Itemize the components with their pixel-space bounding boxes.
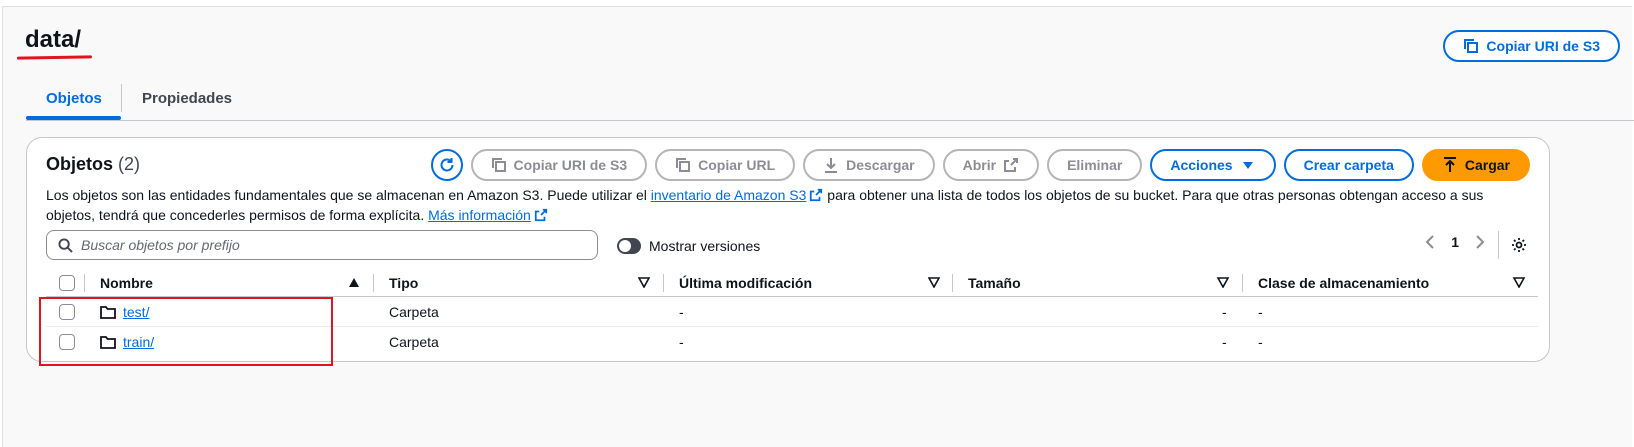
- column-divider: [952, 274, 953, 292]
- external-link-icon: [1004, 158, 1019, 172]
- object-type: Carpeta: [389, 304, 439, 320]
- tab-bar: Objetos Propiedades: [26, 84, 1634, 121]
- search-objects-field[interactable]: Buscar objetos por prefijo: [46, 230, 598, 260]
- copy-s3-uri-header-button[interactable]: Copiar URI de S3: [1443, 30, 1620, 62]
- create-folder-button[interactable]: Crear carpeta: [1283, 149, 1414, 181]
- copy-s3-uri-label: Copiar URI de S3: [513, 157, 628, 173]
- column-divider: [84, 274, 85, 292]
- objects-description: Los objetos son las entidades fundamenta…: [46, 185, 1536, 225]
- actions-dropdown-button[interactable]: Acciones: [1150, 149, 1276, 181]
- object-last-modified: -: [679, 304, 684, 320]
- objects-panel-title: Objetos (2): [46, 154, 140, 175]
- download-button[interactable]: Descargar: [803, 149, 935, 181]
- open-button[interactable]: Abrir: [942, 149, 1040, 181]
- copy-icon: [676, 158, 691, 172]
- external-link-icon: [534, 208, 547, 222]
- object-type: Carpeta: [389, 334, 439, 350]
- upload-label: Cargar: [1464, 157, 1510, 173]
- annotation-highlight-box: [39, 297, 333, 366]
- download-label: Descargar: [846, 157, 915, 173]
- refresh-button[interactable]: [430, 149, 463, 181]
- pagination-divider: [1498, 231, 1499, 259]
- more-info-link[interactable]: Más información: [428, 207, 531, 223]
- chevron-right-icon[interactable]: [1475, 235, 1485, 249]
- external-link-icon: [810, 188, 823, 202]
- tab-objetos[interactable]: Objetos: [46, 90, 102, 107]
- download-icon: [825, 158, 838, 173]
- object-last-modified: -: [679, 334, 684, 350]
- tab-divider: [121, 84, 122, 112]
- show-versions-toggle[interactable]: [617, 238, 641, 254]
- sort-icon[interactable]: [1217, 277, 1229, 288]
- object-storage-class: -: [1258, 334, 1263, 350]
- column-header-tamano[interactable]: Tamaño: [968, 275, 1021, 291]
- select-all-checkbox[interactable]: [59, 275, 75, 291]
- show-versions-control: Mostrar versiones: [617, 238, 760, 254]
- table-header: Nombre Tipo Última modificación Tamaño C…: [46, 271, 1538, 297]
- description-text-1: Los objetos son las entidades fundamenta…: [46, 187, 651, 203]
- actions-label: Acciones: [1170, 157, 1233, 173]
- show-versions-label: Mostrar versiones: [649, 238, 761, 254]
- copy-icon: [491, 158, 506, 172]
- active-tab-indicator: [26, 116, 121, 120]
- sort-icon[interactable]: [1513, 277, 1525, 288]
- object-storage-class: -: [1258, 304, 1263, 320]
- column-header-nombre[interactable]: Nombre: [100, 275, 153, 291]
- sort-icon[interactable]: [638, 277, 650, 288]
- sort-icon[interactable]: [928, 277, 940, 288]
- column-divider: [373, 274, 374, 292]
- column-header-ultima-modificacion[interactable]: Última modificación: [679, 275, 812, 291]
- pagination: 1: [1425, 234, 1485, 250]
- open-label: Abrir: [962, 157, 997, 173]
- create-folder-label: Crear carpeta: [1303, 157, 1394, 173]
- caret-down-icon: [1242, 162, 1253, 169]
- objects-title-text: Objetos: [46, 154, 114, 174]
- column-divider: [1242, 274, 1243, 292]
- upload-icon: [1443, 157, 1456, 172]
- chevron-left-icon[interactable]: [1425, 235, 1435, 249]
- column-header-tipo[interactable]: Tipo: [389, 275, 418, 291]
- column-header-clase-almacenamiento[interactable]: Clase de almacenamiento: [1258, 275, 1429, 291]
- copy-url-label: Copiar URL: [698, 157, 776, 173]
- refresh-icon: [440, 158, 454, 172]
- copy-url-button[interactable]: Copiar URL: [655, 149, 796, 181]
- object-size: -: [1222, 304, 1227, 320]
- sort-ascending-icon[interactable]: [348, 277, 360, 288]
- gear-icon[interactable]: [1511, 237, 1527, 253]
- copy-icon: [1464, 39, 1479, 53]
- objects-toolbar: Copiar URI de S3 Copiar URL Descargar Ab…: [430, 149, 1530, 181]
- upload-button[interactable]: Cargar: [1421, 149, 1530, 181]
- delete-label: Eliminar: [1067, 157, 1123, 173]
- delete-button[interactable]: Eliminar: [1047, 149, 1143, 181]
- search-icon: [58, 237, 73, 253]
- tab-propiedades[interactable]: Propiedades: [142, 90, 232, 107]
- inventory-link[interactable]: inventario de Amazon S3: [651, 187, 807, 203]
- search-placeholder: Buscar objetos por prefijo: [81, 237, 240, 253]
- object-size: -: [1222, 334, 1227, 350]
- objects-count: (2): [118, 154, 141, 174]
- copy-s3-uri-header-label: Copiar URI de S3: [1486, 38, 1600, 54]
- current-page-number[interactable]: 1: [1451, 234, 1459, 250]
- column-divider: [663, 274, 664, 292]
- page-title: data/: [25, 26, 82, 53]
- copy-s3-uri-button[interactable]: Copiar URI de S3: [470, 149, 648, 181]
